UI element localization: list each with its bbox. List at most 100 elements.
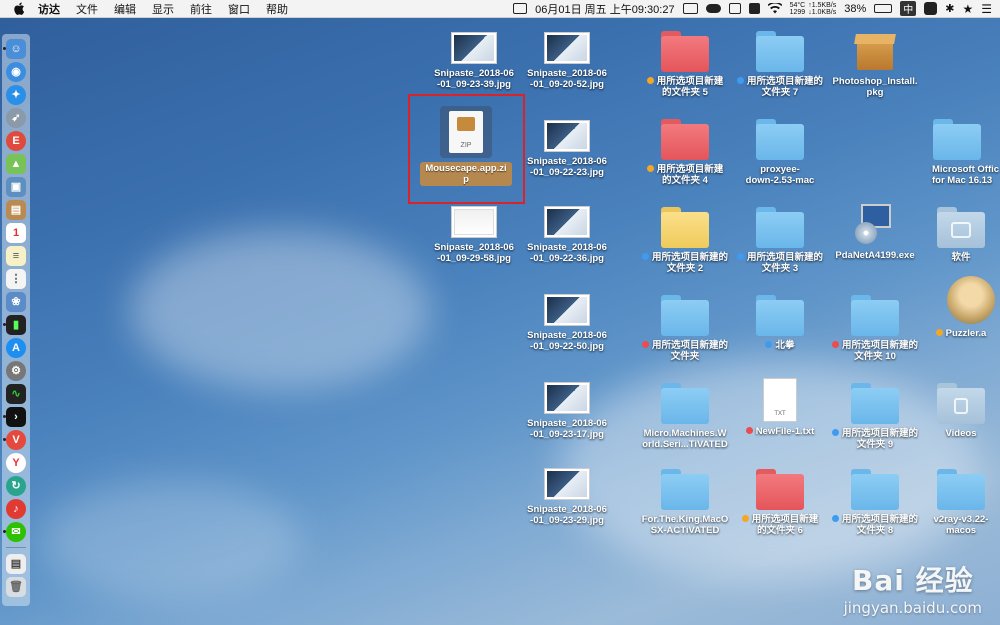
app-store-icon[interactable]: A: [6, 337, 26, 358]
folder-label: 用所选项目新建的 文件夹 3: [732, 252, 828, 274]
desktop-folder-icon[interactable]: Videos: [922, 382, 1000, 439]
folder-icon: [661, 383, 709, 424]
translate-icon[interactable]: E: [6, 130, 26, 151]
desktop-file-icon[interactable]: TXT NewFile-1.txt: [732, 378, 828, 437]
folder-icon: [937, 469, 985, 510]
script-icon[interactable]: [748, 3, 760, 14]
baidu-watermark: Bai 经验 jingyan.baidu.com: [844, 559, 982, 617]
calendar-icon[interactable]: 1: [6, 222, 26, 243]
siri-icon[interactable]: ◉: [6, 61, 26, 82]
folder-label: 用所选项目新建的 文件夹 7: [732, 76, 828, 98]
file-label: Snipaste_2018-06 -01_09-23-29.jpg: [527, 504, 607, 526]
desktop-file-icon[interactable]: Snipaste_2018-06 -01_09-22-23.jpg: [519, 120, 615, 178]
menu-list-icon[interactable]: ☰: [981, 2, 992, 16]
desktop-folder-icon[interactable]: For.The.King.MacO SX-ACTiVATED: [637, 468, 733, 536]
file-label: Snipaste_2018-06 -01_09-20-52.jpg: [527, 68, 607, 90]
system-stats[interactable]: 54°C 1299 ↑1.5KB/s ↓1.0KB/s: [790, 2, 837, 16]
desktop-folder-icon[interactable]: 软件: [922, 206, 1000, 263]
desktop-file-icon[interactable]: Snipaste_2018-06 -01_09-22-50.jpg: [519, 294, 615, 352]
keyboard-icon[interactable]: [682, 3, 698, 14]
desktop-folder-icon[interactable]: 北拳: [732, 294, 828, 351]
launchpad-icon[interactable]: ➶: [6, 107, 26, 128]
blue-tag-icon: [736, 253, 744, 260]
contacts-icon[interactable]: ▤: [6, 199, 26, 220]
folder-label: 用所选项目新建 的文件夹 5: [637, 76, 733, 98]
trash-icon[interactable]: 🗑: [6, 576, 26, 597]
desktop-folder-icon[interactable]: Microsoft Offic for Mac 16.13: [922, 118, 1000, 186]
desktop-folder-icon[interactable]: 用所选项目新建 的文件夹 4: [637, 118, 733, 186]
yandex-icon[interactable]: Y: [6, 452, 26, 473]
desktop-folder-icon[interactable]: Micro.Machines.W orld.Seri...TiVATED: [637, 382, 733, 450]
desktop-folder-icon[interactable]: 用所选项目新建的 文件夹 7: [732, 30, 828, 98]
file-label: Snipaste_2018-06 -01_09-23-17.jpg: [527, 418, 607, 440]
folder-icon: [661, 207, 709, 248]
netease-music-icon[interactable]: ♪: [6, 498, 26, 519]
datetime-text[interactable]: 06月01日 周五 上午09:30:27: [535, 1, 674, 17]
desktop-file-icon[interactable]: Snipaste_2018-06 -01_09-23-29.jpg: [519, 468, 615, 526]
terminal-icon[interactable]: ▮: [3, 314, 26, 335]
safari-icon[interactable]: ✦: [6, 84, 26, 105]
console-icon[interactable]: ›: [3, 406, 26, 427]
desktop-file-icon[interactable]: Snipaste_2018-06 -01_09-23-17.jpg: [519, 382, 615, 440]
menu-help[interactable]: 帮助: [266, 1, 288, 17]
folder-icon: [661, 469, 709, 510]
desktop-file-icon[interactable]: Snipaste_2018-06 -01_09-29-58.jpg: [426, 206, 522, 264]
menu-view[interactable]: 显示: [152, 1, 174, 17]
file-label: PdaNetA4199.exe: [835, 250, 915, 261]
finder-icon[interactable]: ☺: [3, 38, 26, 59]
desktop-file-icon[interactable]: Snipaste_2018-06 -01_09-22-36.jpg: [519, 206, 615, 264]
battery-icon[interactable]: [874, 4, 893, 13]
photos-icon[interactable]: ❀: [6, 291, 26, 312]
airplay-icon[interactable]: [728, 3, 741, 14]
desktop-folder-icon[interactable]: v2ray-v3.22- macos: [922, 468, 1000, 536]
orange-tag-icon: [741, 515, 749, 522]
menu-file[interactable]: 文件: [76, 1, 98, 17]
downloads-icon[interactable]: ▤: [6, 553, 26, 574]
menu-go[interactable]: 前往: [190, 1, 212, 17]
activity-monitor-icon[interactable]: ∿: [6, 383, 26, 404]
desktop-folder-icon[interactable]: 用所选项目新建的 文件夹 9: [827, 382, 923, 450]
notes-icon[interactable]: ≡: [6, 245, 26, 266]
desktop-file-icon[interactable]: Photoshop_Install. pkg: [827, 28, 923, 98]
display-icon[interactable]: [513, 3, 528, 14]
desktop-folder-icon[interactable]: 用所选项目新建的 文件夹 8: [827, 468, 923, 536]
menu-edit[interactable]: 编辑: [114, 1, 136, 17]
red-tag-icon: [745, 427, 753, 434]
desktop-app-icon[interactable]: Puzzler.a: [922, 276, 1000, 339]
desktop-folder-icon[interactable]: 用所选项目新建 的文件夹 5: [637, 30, 733, 98]
system-preferences-icon[interactable]: ⚙: [6, 360, 26, 381]
red-tag-icon: [641, 341, 649, 348]
desktop-file-icon[interactable]: Snipaste_2018-06 -01_09-20-52.jpg: [519, 32, 615, 90]
desktop-file-icon[interactable]: Snipaste_2018-06 -01_09-23-39.jpg: [426, 32, 522, 90]
file-label: Photoshop_Install. pkg: [832, 76, 918, 98]
apple-icon[interactable]: [12, 2, 26, 16]
desktop-folder-icon[interactable]: 用所选项目新建的 文件夹 2: [637, 206, 733, 274]
preview-icon[interactable]: ▣: [6, 176, 26, 197]
desktop-folder-icon[interactable]: 用所选项目新建的 文件夹: [637, 294, 733, 362]
toggle-icon[interactable]: [705, 4, 721, 13]
vivaldi-icon[interactable]: V: [3, 429, 26, 450]
wifi-icon[interactable]: [767, 3, 782, 14]
android-icon[interactable]: ▲: [6, 153, 26, 174]
battery-percent[interactable]: 38%: [844, 3, 866, 15]
menu-window[interactable]: 窗口: [228, 1, 250, 17]
folder-icon: [661, 31, 709, 72]
desktop-folder-icon[interactable]: proxyee- down-2.53-mac: [732, 118, 828, 186]
desktop-folder-icon[interactable]: 用所选项目新建 的文件夹 6: [732, 468, 828, 536]
sync-icon[interactable]: ↻: [6, 475, 26, 496]
desktop-folder-icon[interactable]: 用所选项目新建的 文件夹 3: [732, 206, 828, 274]
desktop-folder-icon[interactable]: 用所选项目新建的 文件夹 10: [827, 294, 923, 362]
file-label: Snipaste_2018-06 -01_09-22-50.jpg: [527, 330, 607, 352]
bluetooth-icon[interactable]: ✱: [945, 2, 954, 15]
desktop-file-icon[interactable]: PdaNetA4199.exe: [827, 202, 923, 261]
sogou-icon[interactable]: [924, 2, 938, 15]
menu-app-name[interactable]: 访达: [38, 1, 60, 17]
wechat-icon[interactable]: ✉: [3, 521, 26, 542]
star-icon[interactable]: ★: [962, 2, 973, 16]
menu-bar: 访达 文件 编辑 显示 前往 窗口 帮助 06月01日 周五 上午09:30:2…: [0, 0, 1000, 18]
folder-label: v2ray-v3.22- macos: [933, 514, 989, 536]
input-method[interactable]: 中: [900, 1, 917, 16]
folder-icon: [933, 119, 981, 160]
folder-icon: [756, 295, 804, 336]
reminders-icon[interactable]: ⋮: [6, 268, 26, 289]
